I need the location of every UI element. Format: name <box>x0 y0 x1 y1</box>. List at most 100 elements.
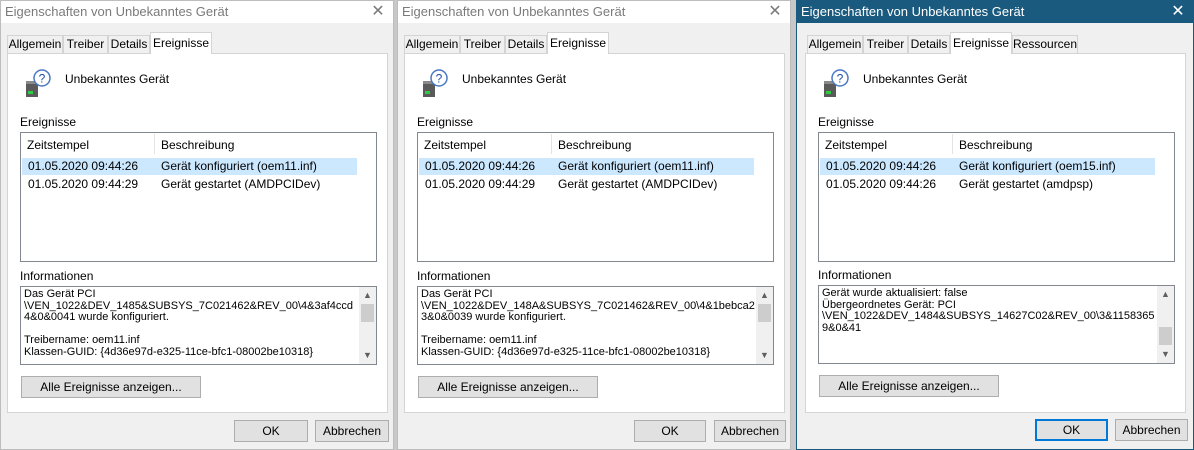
svg-text:?: ? <box>837 72 844 86</box>
ok-button[interactable]: OK <box>1035 419 1108 441</box>
event-timestamp: 01.05.2020 09:44:26 <box>425 159 536 173</box>
list-header: Zeitstempel Beschreibung <box>418 133 773 155</box>
tab-details[interactable]: Details <box>108 35 150 54</box>
info-label: Informationen <box>20 269 94 283</box>
title-bar[interactable]: Eigenschaften von Unbekanntes Gerät ✕ <box>1 1 393 23</box>
close-icon[interactable]: ✕ <box>363 1 393 23</box>
unknown-device-question-icon: ? <box>824 69 849 97</box>
event-description: Gerät gestartet (AMDPCIDev) <box>161 177 321 191</box>
column-header-description[interactable]: Beschreibung <box>552 133 752 155</box>
event-timestamp: 01.05.2020 09:44:29 <box>425 177 536 191</box>
properties-dialog-1: Eigenschaften von Unbekanntes Gerät ✕ Al… <box>0 0 394 450</box>
events-tab-panel: ? Unbekanntes Gerät Ereignisse Zeitstemp… <box>7 53 388 413</box>
info-scrollbar[interactable]: ▲ ▼ <box>1157 286 1174 363</box>
info-scrollbar[interactable]: ▲ ▼ <box>756 287 773 364</box>
tab-ereignisse[interactable]: Ereignisse <box>150 32 212 54</box>
scroll-thumb[interactable] <box>758 304 771 322</box>
all-events-button[interactable]: Alle Ereignisse anzeigen... <box>819 375 999 397</box>
unknown-device-question-icon: ? <box>423 69 448 97</box>
scroll-up-arrow-icon[interactable]: ▲ <box>359 287 376 304</box>
properties-dialog-3: Eigenschaften von Unbekanntes Gerät ✕ Al… <box>796 0 1194 450</box>
info-text: Das Gerät PCI \VEN_1022&DEV_148A&SUBSYS_… <box>421 288 755 358</box>
scroll-up-arrow-icon[interactable]: ▲ <box>756 287 773 304</box>
event-row[interactable]: 01.05.2020 09:44:26 Gerät konfiguriert (… <box>419 158 754 175</box>
events-list[interactable]: Zeitstempel Beschreibung 01.05.2020 09:4… <box>818 132 1175 262</box>
list-header: Zeitstempel Beschreibung <box>21 133 376 155</box>
tab-allgemein[interactable]: Allgemein <box>7 35 63 54</box>
tab-ressourcen[interactable]: Ressourcen <box>1012 35 1078 54</box>
scroll-down-arrow-icon[interactable]: ▼ <box>359 347 376 364</box>
cancel-button[interactable]: Abbrechen <box>315 420 389 442</box>
list-header: Zeitstempel Beschreibung <box>819 133 1174 155</box>
events-label: Ereignisse <box>417 115 474 129</box>
column-header-timestamp[interactable]: Zeitstempel <box>819 133 952 155</box>
event-description: Gerät konfiguriert (oem11.inf) <box>558 159 714 173</box>
info-text: Gerät wurde aktualisiert: false Übergeor… <box>822 287 1155 334</box>
window-title: Eigenschaften von Unbekanntes Gerät <box>402 4 626 19</box>
info-textbox[interactable]: Das Gerät PCI \VEN_1022&DEV_1485&SUBSYS_… <box>20 286 377 365</box>
title-bar[interactable]: Eigenschaften von Unbekanntes Gerät ✕ <box>398 1 790 23</box>
event-row[interactable]: 01.05.2020 09:44:26 Gerät konfiguriert (… <box>22 158 357 175</box>
info-label: Informationen <box>818 268 892 282</box>
events-list[interactable]: Zeitstempel Beschreibung 01.05.2020 09:4… <box>20 132 377 262</box>
ok-button[interactable]: OK <box>234 420 308 442</box>
tab-treiber[interactable]: Treiber <box>863 35 908 54</box>
scroll-up-arrow-icon[interactable]: ▲ <box>1157 286 1174 303</box>
tab-ereignisse[interactable]: Ereignisse <box>950 32 1012 54</box>
device-name: Unbekanntes Gerät <box>863 72 968 86</box>
scroll-thumb[interactable] <box>1159 327 1172 345</box>
events-tab-panel: ? Unbekanntes Gerät Ereignisse Zeitstemp… <box>404 53 785 413</box>
cancel-button[interactable]: Abbrechen <box>1115 419 1188 441</box>
event-timestamp: 01.05.2020 09:44:29 <box>28 177 139 191</box>
close-icon[interactable]: ✕ <box>760 1 790 23</box>
event-row[interactable]: 01.05.2020 09:44:26 Gerät gestartet (amd… <box>820 176 1155 193</box>
svg-text:?: ? <box>39 72 46 86</box>
info-scrollbar[interactable]: ▲ ▼ <box>359 287 376 364</box>
event-description: Gerät gestartet (amdpsp) <box>959 177 1094 191</box>
scroll-thumb[interactable] <box>361 304 374 322</box>
tab-allgemein[interactable]: Allgemein <box>807 35 863 54</box>
tab-treiber[interactable]: Treiber <box>460 35 505 54</box>
tab-details[interactable]: Details <box>908 35 950 54</box>
column-header-timestamp[interactable]: Zeitstempel <box>21 133 154 155</box>
properties-dialog-2: Eigenschaften von Unbekanntes Gerät ✕ Al… <box>397 0 791 450</box>
events-list[interactable]: Zeitstempel Beschreibung 01.05.2020 09:4… <box>417 132 774 262</box>
event-row[interactable]: 01.05.2020 09:44:29 Gerät gestartet (AMD… <box>22 176 357 193</box>
close-icon[interactable]: ✕ <box>1163 1 1193 23</box>
info-label: Informationen <box>417 269 491 283</box>
event-timestamp: 01.05.2020 09:44:26 <box>826 159 937 173</box>
unknown-device-question-icon: ? <box>26 69 51 97</box>
device-name: Unbekanntes Gerät <box>65 72 170 86</box>
event-description: Gerät konfiguriert (oem15.inf) <box>959 159 1116 173</box>
scroll-down-arrow-icon[interactable]: ▼ <box>756 347 773 364</box>
tab-ereignisse[interactable]: Ereignisse <box>547 32 609 54</box>
event-row[interactable]: 01.05.2020 09:44:29 Gerät gestartet (AMD… <box>419 176 754 193</box>
info-textbox[interactable]: Gerät wurde aktualisiert: false Übergeor… <box>818 285 1175 364</box>
event-timestamp: 01.05.2020 09:44:26 <box>826 177 937 191</box>
column-header-description[interactable]: Beschreibung <box>953 133 1153 155</box>
cancel-button[interactable]: Abbrechen <box>714 420 786 442</box>
events-label: Ereignisse <box>818 115 875 129</box>
tab-allgemein[interactable]: Allgemein <box>404 35 460 54</box>
window-title: Eigenschaften von Unbekanntes Gerät <box>801 4 1025 19</box>
tab-treiber[interactable]: Treiber <box>63 35 108 54</box>
column-header-timestamp[interactable]: Zeitstempel <box>418 133 551 155</box>
event-description: Gerät konfiguriert (oem11.inf) <box>161 159 317 173</box>
ok-button[interactable]: OK <box>634 420 706 442</box>
event-timestamp: 01.05.2020 09:44:26 <box>28 159 139 173</box>
all-events-button[interactable]: Alle Ereignisse anzeigen... <box>418 376 598 398</box>
all-events-button[interactable]: Alle Ereignisse anzeigen... <box>21 376 201 398</box>
scroll-down-arrow-icon[interactable]: ▼ <box>1157 346 1174 363</box>
events-tab-panel: ? Unbekanntes Gerät Ereignisse Zeitstemp… <box>805 53 1186 413</box>
title-bar[interactable]: Eigenschaften von Unbekanntes Gerät ✕ <box>797 1 1193 23</box>
device-name: Unbekanntes Gerät <box>462 72 567 86</box>
event-description: Gerät gestartet (AMDPCIDev) <box>558 177 718 191</box>
tab-details[interactable]: Details <box>505 35 547 54</box>
events-label: Ereignisse <box>20 115 77 129</box>
info-text: Das Gerät PCI \VEN_1022&DEV_1485&SUBSYS_… <box>24 288 354 358</box>
column-header-description[interactable]: Beschreibung <box>155 133 355 155</box>
window-title: Eigenschaften von Unbekanntes Gerät <box>5 4 229 19</box>
info-textbox[interactable]: Das Gerät PCI \VEN_1022&DEV_148A&SUBSYS_… <box>417 286 774 365</box>
svg-text:?: ? <box>436 72 443 86</box>
event-row[interactable]: 01.05.2020 09:44:26 Gerät konfiguriert (… <box>820 158 1155 175</box>
